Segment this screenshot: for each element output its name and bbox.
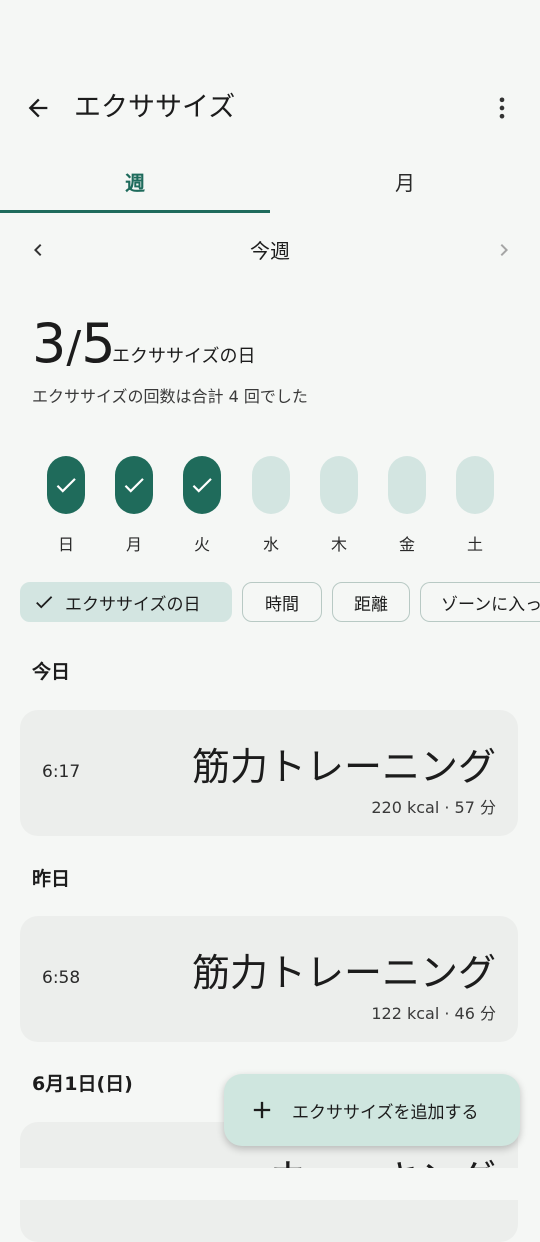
check-icon <box>192 478 212 493</box>
day-indicator <box>320 456 358 514</box>
section-heading-today: 今日 <box>32 661 71 683</box>
chip-label: ゾーンに入っ <box>441 594 540 615</box>
day-indicator <box>388 456 426 514</box>
day-indicator <box>252 456 290 514</box>
more-vert-icon <box>499 97 505 119</box>
exercise-card[interactable]: 6:58 筋力トレーニング 122 kcal · 46 分 <box>20 916 518 1042</box>
exercise-stats: 122 kcal · 46 分 <box>371 1004 496 1023</box>
section-heading-yesterday: 昨日 <box>32 868 71 890</box>
day-label: 火 <box>193 535 210 554</box>
exercise-time: 6:17 <box>42 762 81 782</box>
count-value: 3 <box>32 312 67 375</box>
page-title: エクササイズ <box>74 92 236 123</box>
day-label: 水 <box>262 535 279 554</box>
chevron-right-icon <box>500 244 508 256</box>
tab-month[interactable]: 月 <box>270 160 540 210</box>
filter-chip-distance[interactable]: 距離 <box>332 582 410 622</box>
exercise-name: 筋力トレーニング <box>191 951 496 995</box>
filter-chip-zone[interactable]: ゾーンに入っ <box>420 582 540 622</box>
day-indicator <box>115 456 153 514</box>
back-button[interactable] <box>18 88 58 128</box>
add-exercise-button[interactable]: エクササイズを追加する <box>224 1074 520 1146</box>
previous-week-button[interactable] <box>20 232 56 268</box>
chip-label: 距離 <box>354 594 388 615</box>
exercise-name: 筋力トレーニング <box>191 745 496 789</box>
chevron-left-icon <box>34 244 42 256</box>
exercise-stats: 220 kcal · 57 分 <box>371 798 496 817</box>
day-indicator <box>47 456 85 514</box>
add-exercise-label: エクササイズを追加する <box>292 1102 479 1123</box>
summary-text: エクササイズの回数は合計 4 回でした <box>32 387 308 406</box>
day-label: 月 <box>125 535 142 554</box>
day-label: 金 <box>398 535 415 554</box>
check-icon <box>56 478 76 493</box>
filter-chip-exercise-days[interactable]: エクササイズの日 <box>20 582 232 622</box>
section-heading-date: 6月1日(日) <box>32 1073 133 1095</box>
period-label: 今週 <box>250 239 290 263</box>
day-indicator <box>456 456 494 514</box>
filter-chip-time[interactable]: 時間 <box>242 582 322 622</box>
more-options-button[interactable] <box>482 88 522 128</box>
exercise-time: 6:58 <box>42 968 81 988</box>
chip-label: エクササイズの日 <box>65 594 201 615</box>
count-separator: / <box>66 322 82 373</box>
day-label: 木 <box>330 535 347 554</box>
exercise-days-count: 3/5 <box>32 312 116 380</box>
day-label: 土 <box>466 535 483 554</box>
check-icon <box>36 596 53 609</box>
plus-icon <box>253 1101 271 1119</box>
tab-indicator <box>0 210 270 213</box>
day-label: 日 <box>57 535 74 554</box>
count-unit-label: エクササイズの日 <box>112 346 256 367</box>
tab-week[interactable]: 週 <box>0 160 270 210</box>
check-icon <box>124 478 144 493</box>
bottom-mask <box>0 1168 540 1200</box>
day-indicator <box>183 456 221 514</box>
next-week-button[interactable] <box>486 232 522 268</box>
chip-label: 時間 <box>265 594 299 615</box>
arrow-back-icon <box>28 98 48 118</box>
exercise-card[interactable]: 6:17 筋力トレーニング 220 kcal · 57 分 <box>20 710 518 836</box>
goal-value: 5 <box>81 312 116 375</box>
